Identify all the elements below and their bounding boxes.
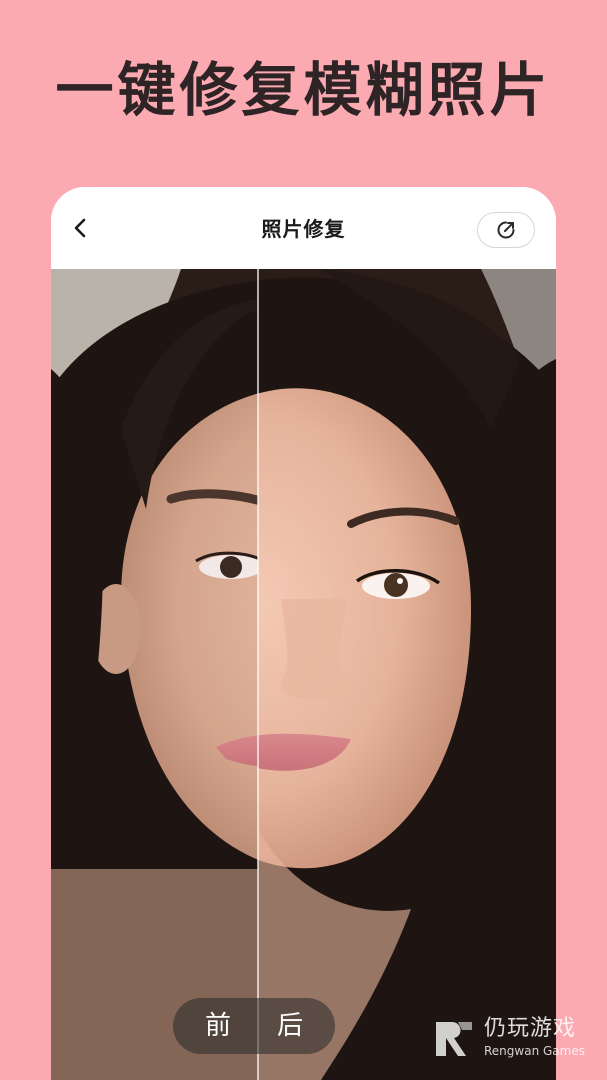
watermark: 仍玩游戏 Rengwan Games — [432, 1016, 602, 1062]
before-label[interactable]: 前 — [205, 1010, 231, 1042]
share-button[interactable] — [477, 212, 535, 248]
promo-headline: 一键修复模糊照片 — [55, 56, 552, 124]
watermark-name-cn: 仍玩游戏 — [484, 1016, 577, 1041]
rengwan-logo-icon — [436, 1022, 472, 1056]
compare-slider-handle[interactable] — [257, 269, 259, 1080]
phone-screen: 照片修复 前 后 — [51, 187, 556, 1080]
after-label[interactable]: 后 — [277, 1010, 303, 1042]
nav-bar: 照片修复 — [51, 187, 556, 269]
share-arrow-icon — [497, 221, 515, 239]
portrait-image — [51, 269, 556, 1080]
before-after-photo[interactable]: 前 后 — [51, 269, 556, 1080]
watermark-name-en: Rengwan Games — [484, 1044, 585, 1058]
before-after-toggle[interactable]: 前 后 — [173, 998, 335, 1054]
